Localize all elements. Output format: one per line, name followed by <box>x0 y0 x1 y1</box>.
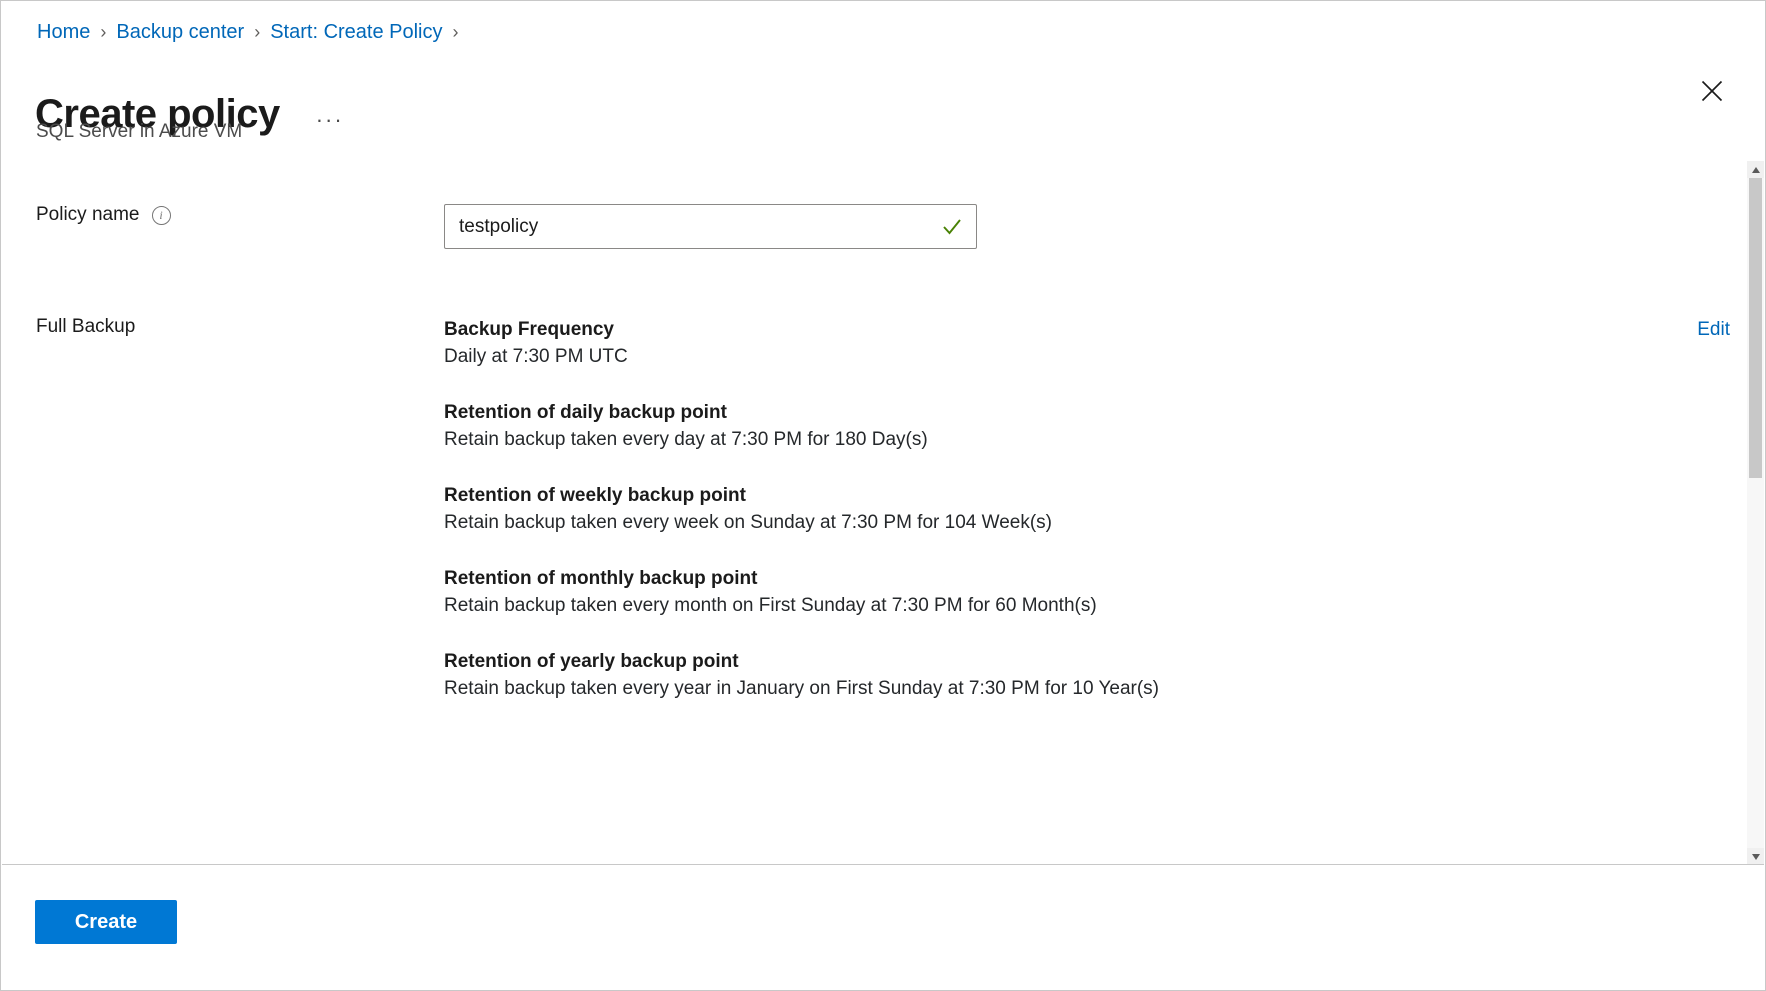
close-icon <box>1701 80 1723 102</box>
page-subtitle: SQL Server in Azure VM <box>36 120 242 144</box>
breadcrumb-item-home[interactable]: Home <box>37 19 90 45</box>
summary-heading: Retention of weekly backup point <box>444 482 1159 509</box>
chevron-up-icon <box>1752 167 1760 173</box>
full-backup-label: Full Backup <box>36 316 135 338</box>
summary-group: Retention of yearly backup point Retain … <box>444 648 1159 703</box>
full-backup-summary: Backup Frequency Daily at 7:30 PM UTC Re… <box>444 316 1765 703</box>
policy-name-row: Policy name i <box>1 204 1765 249</box>
footer-bar: Create <box>2 864 1764 989</box>
edit-full-backup-link[interactable]: Edit <box>1697 316 1730 343</box>
scrollbar-thumb[interactable] <box>1749 178 1762 478</box>
scrollbar-track[interactable] <box>1747 178 1764 848</box>
breadcrumb-item-backup-center[interactable]: Backup center <box>116 19 244 45</box>
policy-name-input[interactable] <box>444 204 977 249</box>
full-backup-label-group: Full Backup <box>1 316 444 338</box>
scroll-up-button[interactable] <box>1747 161 1764 178</box>
summary-group: Backup Frequency Daily at 7:30 PM UTC <box>444 316 1159 371</box>
chevron-down-icon <box>1752 854 1760 860</box>
summary-text: Retain backup taken every week on Sunday… <box>444 509 1159 537</box>
scroll-down-button[interactable] <box>1747 848 1764 865</box>
breadcrumb-separator-icon: › <box>100 19 106 45</box>
summary-heading: Retention of yearly backup point <box>444 648 1159 675</box>
create-button[interactable]: Create <box>35 900 177 944</box>
vertical-scrollbar[interactable] <box>1746 161 1764 865</box>
summary-heading: Retention of monthly backup point <box>444 565 1159 592</box>
breadcrumb-separator-icon: › <box>254 19 260 45</box>
summary-heading: Retention of daily backup point <box>444 399 1159 426</box>
more-options-icon[interactable]: ··· <box>310 107 350 133</box>
summary-text: Retain backup taken every day at 7:30 PM… <box>444 426 1159 454</box>
full-backup-row: Full Backup Backup Frequency Daily at 7:… <box>1 316 1765 703</box>
summary-text: Daily at 7:30 PM UTC <box>444 343 1159 371</box>
summary-group: Retention of daily backup point Retain b… <box>444 399 1159 454</box>
breadcrumb: Home › Backup center › Start: Create Pol… <box>37 19 469 45</box>
summary-group: Retention of weekly backup point Retain … <box>444 482 1159 537</box>
info-icon[interactable]: i <box>152 206 171 225</box>
close-button[interactable] <box>1690 69 1734 113</box>
summary-group: Retention of monthly backup point Retain… <box>444 565 1159 620</box>
summary-text: Retain backup taken every year in Januar… <box>444 675 1159 703</box>
breadcrumb-item-start-create-policy[interactable]: Start: Create Policy <box>270 19 442 45</box>
summary-heading: Backup Frequency <box>444 316 1159 343</box>
summary-text: Retain backup taken every month on First… <box>444 592 1159 620</box>
breadcrumb-separator-icon: › <box>453 19 459 45</box>
policy-name-label: Policy name <box>36 204 140 226</box>
title-row: Create policy ··· <box>35 63 350 165</box>
policy-name-label-group: Policy name i <box>1 204 444 226</box>
policy-name-input-wrap <box>444 204 977 249</box>
create-policy-blade: Home › Backup center › Start: Create Pol… <box>0 0 1766 991</box>
full-backup-summary-list: Backup Frequency Daily at 7:30 PM UTC Re… <box>444 316 1159 703</box>
form-area: Policy name i Full Backup Backup Frequen… <box>1 161 1765 865</box>
